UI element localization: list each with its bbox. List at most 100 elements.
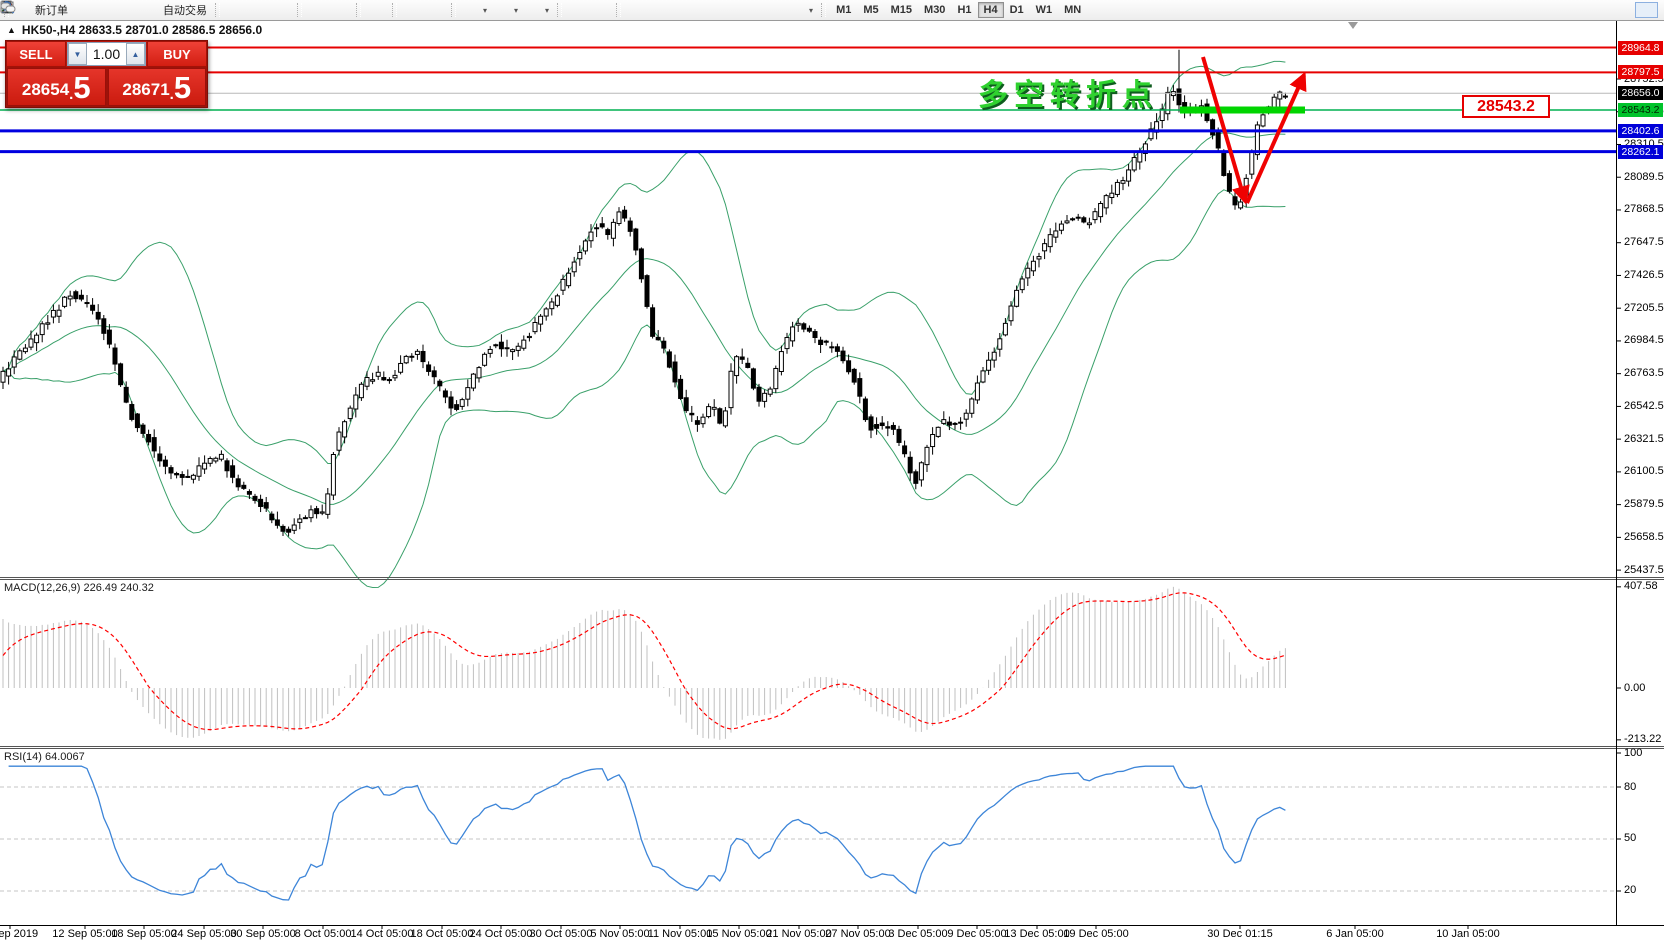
bar-chart-button[interactable] [224,2,247,18]
rsi-line [9,766,1286,900]
arrows-icon [790,3,805,18]
candle-body [964,413,968,419]
candle-body [29,339,33,347]
candle-body [275,520,279,525]
candle-body [533,322,537,331]
templates-button[interactable]: ▾ [522,2,553,18]
candle-body [460,400,464,407]
buy-button[interactable]: BUY [147,41,207,67]
price-axis-tick: 27868.5 [1624,203,1664,215]
indicator-window-button[interactable] [424,2,447,18]
candle-body [841,351,845,361]
candle-body [1003,323,1007,335]
sell-price-button[interactable]: 28654.5 [7,68,106,106]
chevron-down-icon: ▾ [809,6,813,15]
vertical-line-button[interactable] [625,2,648,18]
turning-point-annotation[interactable]: 多空转折点 [978,70,1158,114]
zoom-in-icon [310,3,325,18]
market-depth-button[interactable] [72,2,95,18]
candle-body [488,349,492,353]
horizontal-line-button[interactable] [648,2,671,18]
collapse-panel-icon[interactable]: ▲ [7,25,16,35]
candle-body [925,447,929,464]
line-chart-button[interactable] [270,2,293,18]
text-label-button[interactable]: T [763,2,786,18]
buy-price-main: 28671 [122,77,169,103]
time-axis-label: 12 Sep 05:00 [52,928,117,940]
indicator-list-button[interactable] [401,2,424,18]
candle-body [1093,212,1097,220]
timeframe-D1[interactable]: D1 [1004,2,1030,18]
time-axis-label: 5 Sep 2019 [0,928,38,940]
candle-body [343,422,347,437]
v-arrow-down-stroke[interactable] [1203,57,1245,201]
candle-body [662,341,666,348]
price-axis-tick: 27426.5 [1624,269,1664,281]
candle-body [718,409,722,423]
volume-increase-button[interactable]: ▲ [126,43,145,65]
community-chat-button[interactable] [1635,2,1658,18]
text-tool-button[interactable]: A [740,2,763,18]
candle-body [270,514,274,520]
time-axis-label: 14 Oct 05:00 [351,928,414,940]
candle-body [219,454,223,459]
candle-body [802,324,806,329]
candle-body [572,262,576,272]
candle-body [191,475,195,479]
zoom-in-button[interactable] [306,2,329,18]
search-button[interactable] [1612,2,1635,18]
timeframe-M1[interactable]: M1 [830,2,857,18]
candle-body [919,463,923,480]
new-order-button[interactable]: 新订单 [13,2,72,18]
volume-decrease-button[interactable]: ▼ [68,43,87,65]
rsi-axis-tick: 20 [1624,884,1636,896]
chart-shift-marker[interactable] [1348,22,1358,29]
arrows-tool-button[interactable]: ▾ [786,2,817,18]
fibonacci-button[interactable]: F [717,2,740,18]
candle-body [152,438,156,451]
sell-button[interactable]: SELL [6,41,66,67]
crosshair-button[interactable] [589,2,612,18]
candle-body [1239,202,1243,208]
timeframe-M15[interactable]: M15 [885,2,918,18]
candle-body [1261,115,1265,126]
cursor-button[interactable] [566,2,589,18]
symbol-header[interactable]: ▲ HK50-,H4 28633.5 28701.0 28586.5 28656… [7,23,262,37]
candle-body [51,310,55,317]
chart-area[interactable] [0,0,1664,942]
timeframe-M30[interactable]: M30 [918,2,951,18]
tile-windows-button[interactable] [365,2,388,18]
timeframe-MN[interactable]: MN [1058,2,1087,18]
timeframe-H1[interactable]: H1 [951,2,977,18]
auto-trading-button[interactable]: 自动交易 [141,2,211,18]
candle-body [947,422,951,425]
timeframe-W1[interactable]: W1 [1030,2,1059,18]
period-clock-button[interactable]: ▾ [491,2,522,18]
price-callout-label[interactable]: 28543.2 [1462,95,1550,118]
zoom-out-button[interactable] [329,2,352,18]
candle-body [124,387,128,402]
candle-body [723,411,727,426]
timeframe-toolbar: M1M5M15M30H1H4D1W1MN [830,2,1087,18]
signal-button[interactable] [118,2,141,18]
main-toolbar: 新订单 自动交易 [0,0,1664,21]
add-indicator-button[interactable]: ▾ [460,2,491,18]
candle-body [471,374,475,388]
candle-body [567,273,571,285]
price-axis-tick: 27647.5 [1624,236,1664,248]
candle-body [1082,218,1086,222]
profile-button[interactable] [95,2,118,18]
candle-body [57,310,61,316]
text-label-icon: T [767,3,782,18]
candle-body [79,295,83,299]
equidistant-channel-button[interactable]: E [694,2,717,18]
volume-value[interactable]: 1.00 [87,43,126,65]
buy-price-button[interactable]: 28671.5 [108,68,207,106]
price-axis-tick: 28089.5 [1624,171,1664,183]
candle-body [511,350,515,352]
timeframe-M5[interactable]: M5 [857,2,884,18]
time-axis-label: 3 Dec 05:00 [888,928,947,940]
candlestick-chart-button[interactable] [247,2,270,18]
trendline-button[interactable] [671,2,694,18]
timeframe-H4[interactable]: H4 [978,2,1004,18]
